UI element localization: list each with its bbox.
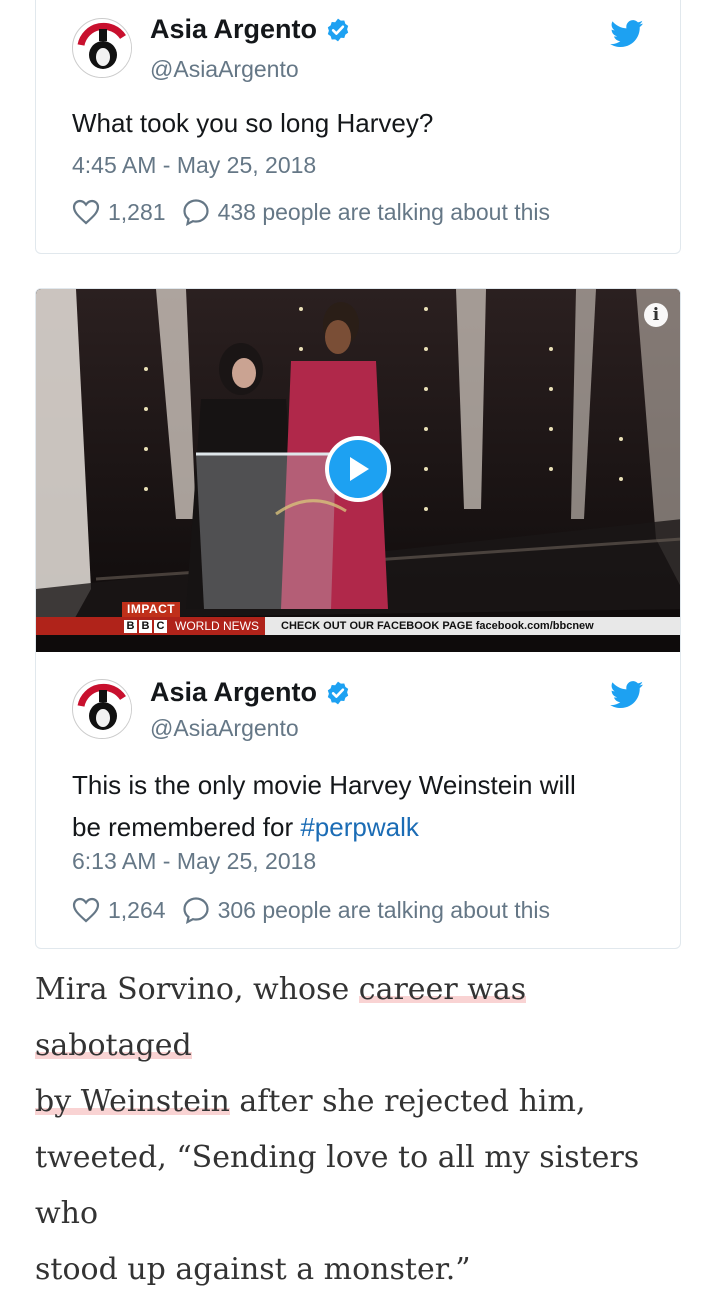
play-icon [350,457,369,481]
like-action[interactable]: 1,281 [72,199,166,226]
tweet-text-line: be remembered for [72,812,301,842]
bbc-letter: B [139,619,152,633]
avatar[interactable] [72,18,132,78]
talking-count: 306 people are talking about this [217,896,551,923]
article-text-run: Mira Sorvino, whose [35,972,359,1007]
article-text-run: tweeted, “Sending love to all my sisters… [35,1140,640,1231]
article-link[interactable]: by Weinstein [35,1084,230,1119]
article-paragraph: Mira Sorvino, whose career was sabotaged… [35,962,685,1298]
tweet-text: This is the only movie Harvey Weinstein … [72,764,640,848]
tweet-card[interactable]: Asia Argento @AsiaArgento What took you … [35,0,681,254]
news-ticker: B B C WORLD NEWS CHECK OUT OUR FACEBOOK … [36,617,680,635]
reply-bubble-icon [182,199,209,226]
timestamp[interactable]: 4:45 AM - May 25, 2018 [72,152,316,179]
tweet-text-line: This is the only movie Harvey Weinstein … [72,770,576,800]
handle[interactable]: @AsiaArgento [150,56,299,83]
heart-icon [72,897,100,923]
verified-badge-icon [327,681,349,704]
handle[interactable]: @AsiaArgento [150,715,299,742]
twitter-bird-icon[interactable] [610,681,644,709]
hashtag-link[interactable]: #perpwalk [300,812,419,842]
tweet-card[interactable]: i IMPACT B B C WORLD NEWS CHECK OUT OUR … [35,288,681,949]
play-button[interactable] [325,436,391,502]
reply-bubble-icon [182,897,209,924]
article-text-run: stood up against a monster.” [35,1252,471,1287]
like-action[interactable]: 1,264 [72,897,166,924]
like-count: 1,281 [108,198,166,225]
bbc-letter: B [124,619,137,633]
video-player[interactable]: i IMPACT B B C WORLD NEWS CHECK OUT OUR … [36,289,680,652]
verified-badge-icon [327,18,349,41]
talking-count: 438 people are talking about this [217,198,551,225]
tweet-text: What took you so long Harvey? [72,108,434,138]
info-icon[interactable]: i [644,303,668,327]
reply-action[interactable]: 438 people are talking about this [182,198,550,226]
display-name[interactable]: Asia Argento [150,677,317,708]
display-name[interactable]: Asia Argento [150,14,317,45]
reply-action[interactable]: 306 people are talking about this [182,896,550,924]
world-news-label: WORLD NEWS [175,619,259,633]
avatar[interactable] [72,679,132,739]
twitter-bird-icon[interactable] [610,20,644,48]
bbc-letter: C [154,619,167,633]
ticker-message: CHECK OUT OUR FACEBOOK PAGE facebook.com… [281,620,594,632]
timestamp[interactable]: 6:13 AM - May 25, 2018 [72,848,316,875]
heart-icon [72,199,100,225]
like-count: 1,264 [108,896,166,923]
article-text-run: after she rejected him, [229,1084,586,1119]
impact-label: IMPACT [122,602,181,617]
